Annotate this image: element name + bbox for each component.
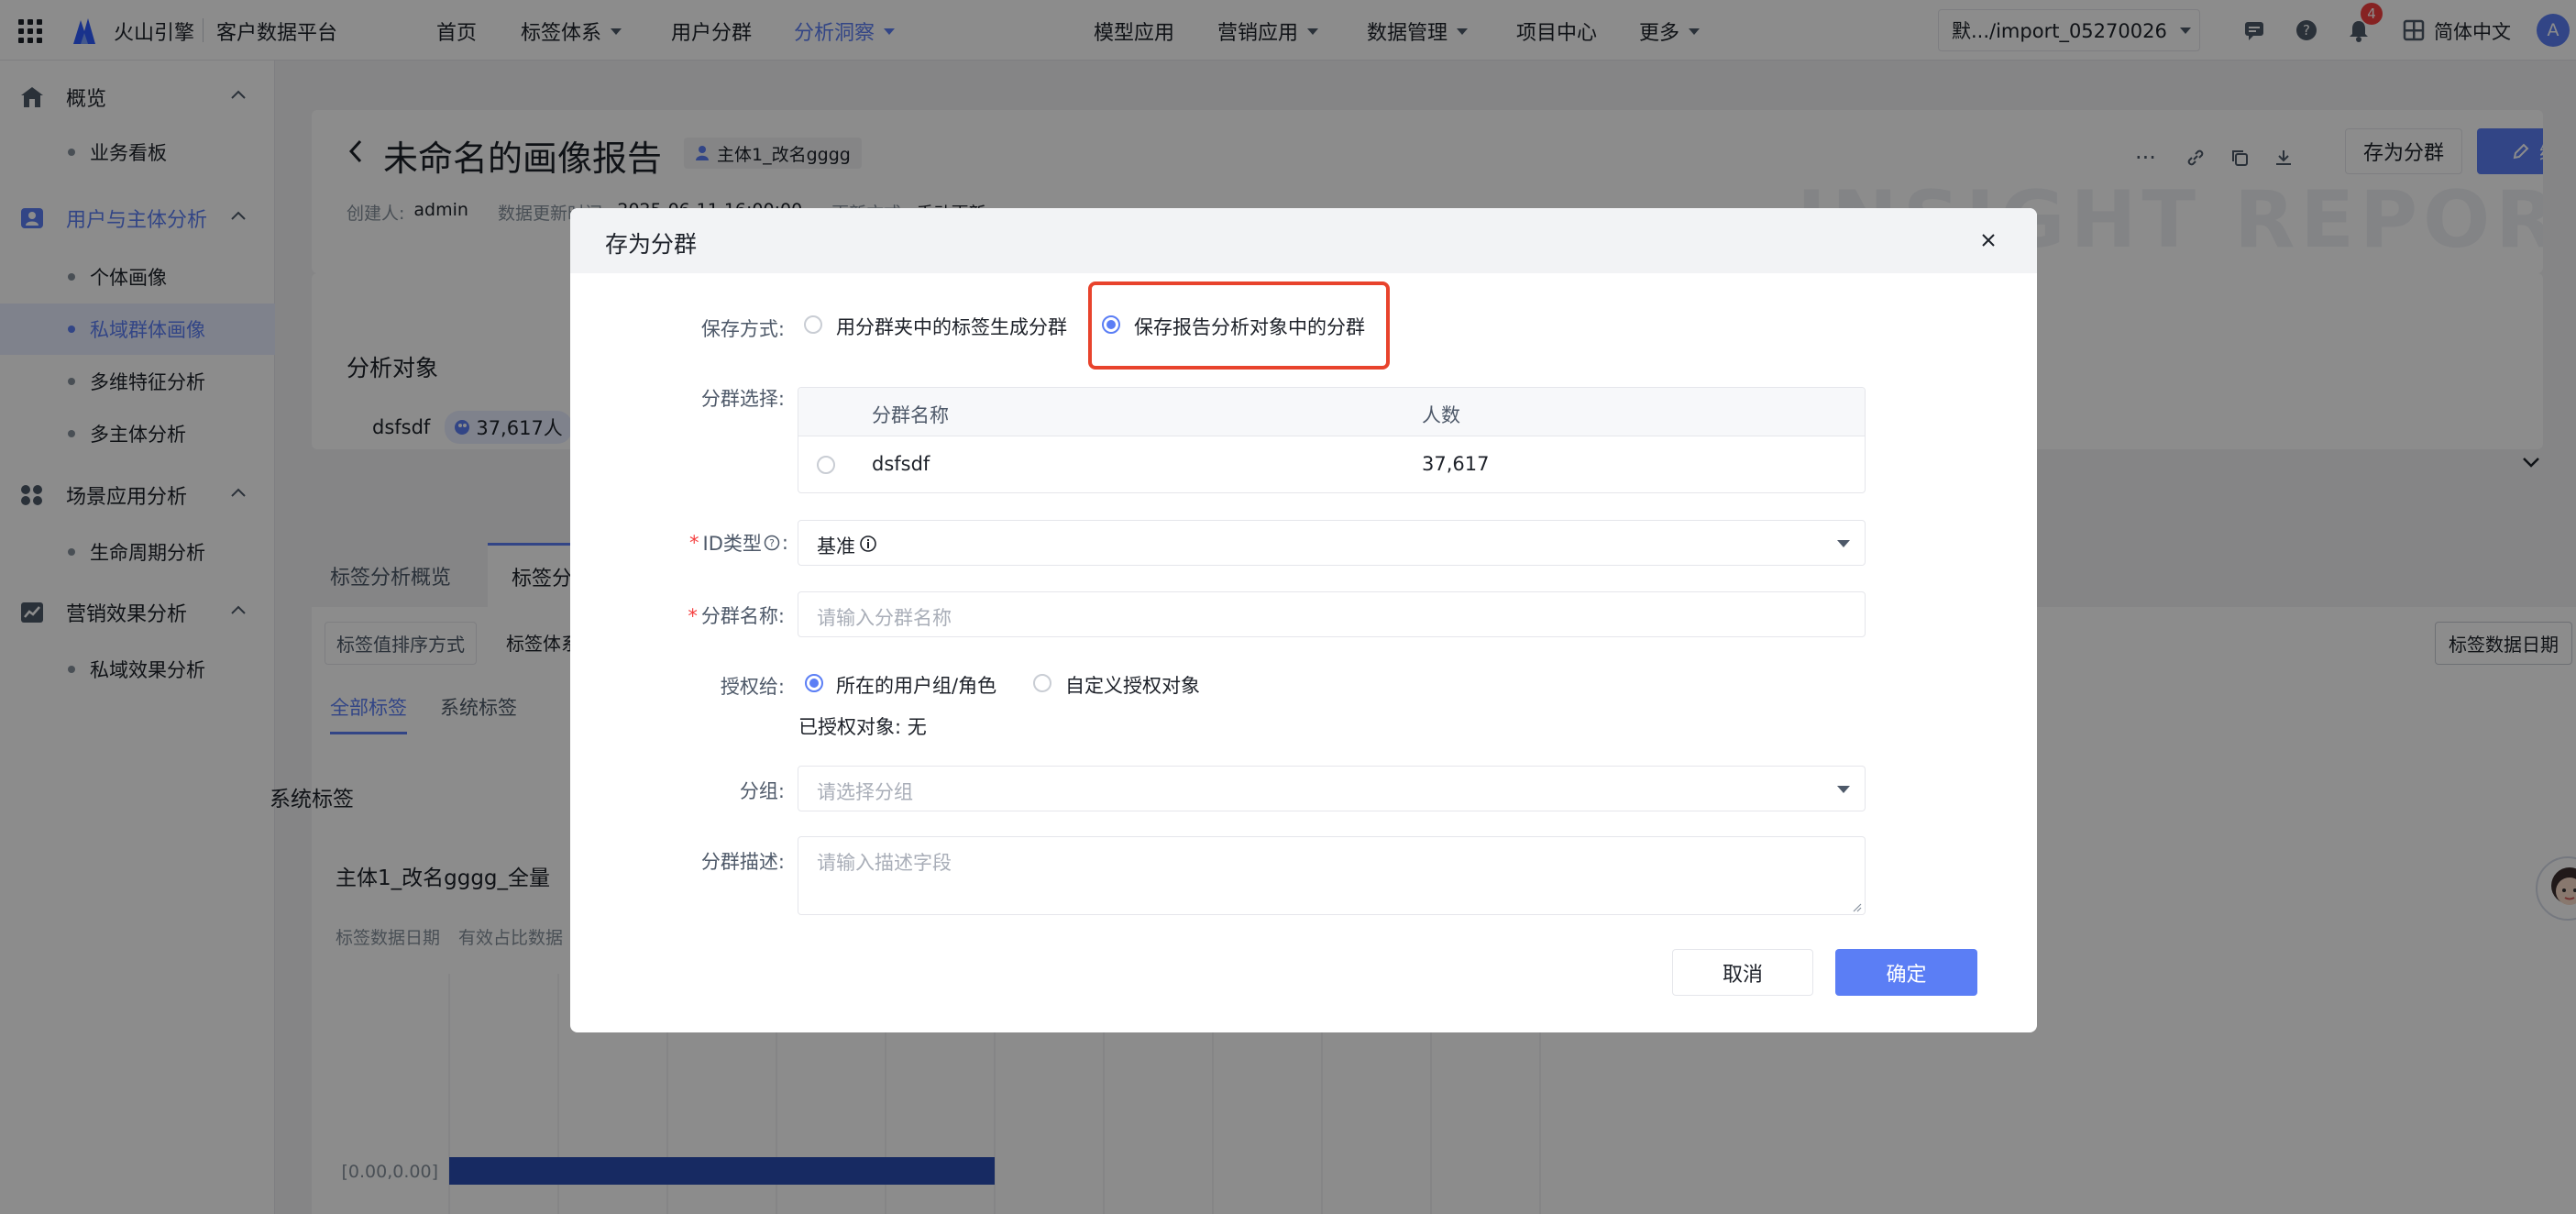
auth-option-user-group[interactable]: 所在的用户组/角色 (836, 671, 996, 699)
dialog-header: 存为分群 (570, 208, 2037, 273)
column-header-name: 分群名称 (872, 404, 949, 426)
table-header: 分群名称 人数 (798, 388, 1865, 436)
group-name-input[interactable]: 请输入分群名称 (798, 591, 1866, 637)
resize-handle-icon[interactable] (1851, 901, 1862, 912)
chevron-down-icon (1837, 540, 1850, 547)
description-textarea[interactable]: 请输入描述字段 (798, 836, 1866, 915)
row-group-count: 37,617 (1422, 453, 1490, 475)
auth-option-custom[interactable]: 自定义授权对象 (1065, 671, 1200, 699)
save-mode-option-report-object[interactable]: 保存报告分析对象中的分群 (1134, 313, 1365, 340)
row-select-radio[interactable] (817, 456, 835, 474)
close-icon[interactable] (1980, 232, 1997, 248)
auth-label: 授权给: (720, 676, 785, 698)
save-as-group-dialog: 存为分群 保存方式: 用分群夹中的标签生成分群 保存报告分析对象中的分群 分群选… (570, 208, 2037, 1032)
folder-select[interactable]: 请选择分组 (798, 766, 1866, 811)
dialog-title: 存为分群 (605, 231, 698, 258)
group-name-label: * 分群名称: (688, 605, 785, 627)
auth-radio-custom[interactable] (1033, 674, 1051, 692)
column-header-count: 人数 (1422, 404, 1460, 426)
save-mode-label: 保存方式: (700, 318, 785, 340)
chevron-down-icon (1837, 786, 1850, 793)
group-select-table: 分群名称 人数 dsfsdf 37,617 (798, 387, 1866, 493)
save-mode-option-tag-folder[interactable]: 用分群夹中的标签生成分群 (836, 313, 1067, 340)
save-mode-radio-tag-folder[interactable] (804, 315, 822, 334)
info-icon (860, 535, 876, 552)
svg-text:?: ? (769, 537, 775, 549)
confirm-button[interactable]: 确定 (1835, 949, 1977, 996)
id-type-select[interactable]: 基准 (798, 520, 1866, 566)
id-type-value: 基准 (817, 535, 855, 557)
row-group-name: dsfsdf (872, 453, 930, 475)
save-mode-radio-report-object[interactable] (1102, 315, 1120, 334)
cancel-button[interactable]: 取消 (1672, 949, 1813, 996)
id-type-label: * ID类型 ? : (689, 532, 788, 555)
auth-radio-user-group[interactable] (805, 674, 823, 692)
group-select-label: 分群选择: (700, 388, 785, 410)
question-circle-icon[interactable]: ? (764, 535, 780, 551)
description-label: 分群描述: (700, 851, 785, 873)
folder-label: 分组: (739, 780, 785, 802)
table-row[interactable]: dsfsdf 37,617 (798, 436, 1865, 492)
authorized-objects-text: 已授权对象: 无 (798, 716, 927, 738)
